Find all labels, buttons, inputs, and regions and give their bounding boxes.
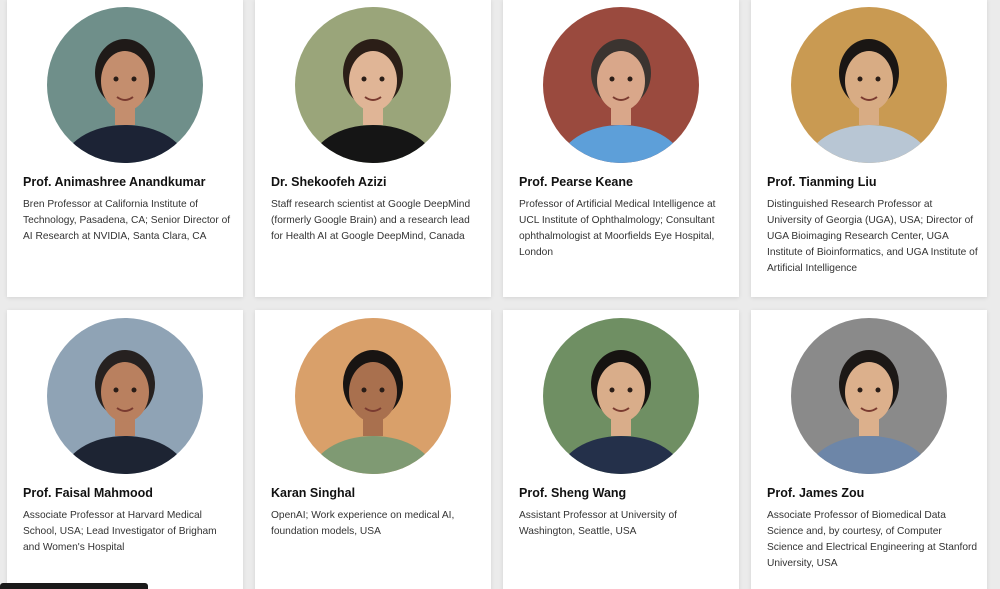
speaker-name: Prof. Animashree Anandkumar [23, 175, 206, 189]
speaker-description: Assistant Professor at University of Was… [519, 510, 677, 537]
speaker-photo [543, 7, 699, 163]
speaker-description: Associate Professor at Harvard Medical S… [23, 510, 217, 553]
speaker-name: Prof. Faisal Mahmood [23, 486, 153, 500]
speaker-photo [543, 318, 699, 474]
speaker-name: Prof. Tianming Liu [767, 175, 877, 189]
speaker-description: Professor of Artificial Medical Intellig… [519, 199, 716, 258]
speaker-name: Prof. Pearse Keane [519, 175, 633, 189]
speaker-name: Prof. Sheng Wang [519, 486, 627, 500]
speaker-photo [295, 318, 451, 474]
speaker-description: Staff research scientist at Google DeepM… [271, 199, 471, 242]
speaker-description: Distinguished Research Professor at Univ… [767, 199, 978, 274]
speaker-photo [791, 7, 947, 163]
speaker-photo [791, 318, 947, 474]
speaker-photo [47, 318, 203, 474]
speaker-description: Associate Professor of Biomedical Data S… [767, 510, 978, 569]
scroll-indicator[interactable] [0, 583, 148, 589]
speaker-description: Bren Professor at California Institute o… [23, 199, 231, 242]
speaker-name: Dr. Shekoofeh Azizi [271, 175, 387, 189]
speaker-description: OpenAI; Work experience on medical AI, f… [271, 510, 455, 537]
speaker-name: Prof. James Zou [767, 486, 865, 500]
speaker-card: Prof. Faisal Mahmood Associate Professor … [7, 310, 243, 589]
speaker-card: Karan Singhal OpenAI; Work experience on … [255, 310, 491, 589]
speaker-grid: Prof. Animashree Anandkumar Bren Professo… [0, 0, 1000, 589]
speaker-card: Prof. Tianming Liu Distinguished Research… [751, 0, 987, 297]
speaker-card: Prof. James Zou Associate Professor of Bi… [751, 310, 987, 589]
speaker-card: Prof. Pearse Keane Professor of Artificia… [503, 0, 739, 297]
speaker-photo [295, 7, 451, 163]
speaker-name: Karan Singhal [271, 486, 356, 500]
speaker-card: Prof. Animashree Anandkumar Bren Professo… [7, 0, 243, 297]
speaker-card: Dr. Shekoofeh Azizi Staff research scient… [255, 0, 491, 297]
speaker-card: Prof. Sheng Wang Assistant Professor at U… [503, 310, 739, 589]
speaker-photo [47, 7, 203, 163]
